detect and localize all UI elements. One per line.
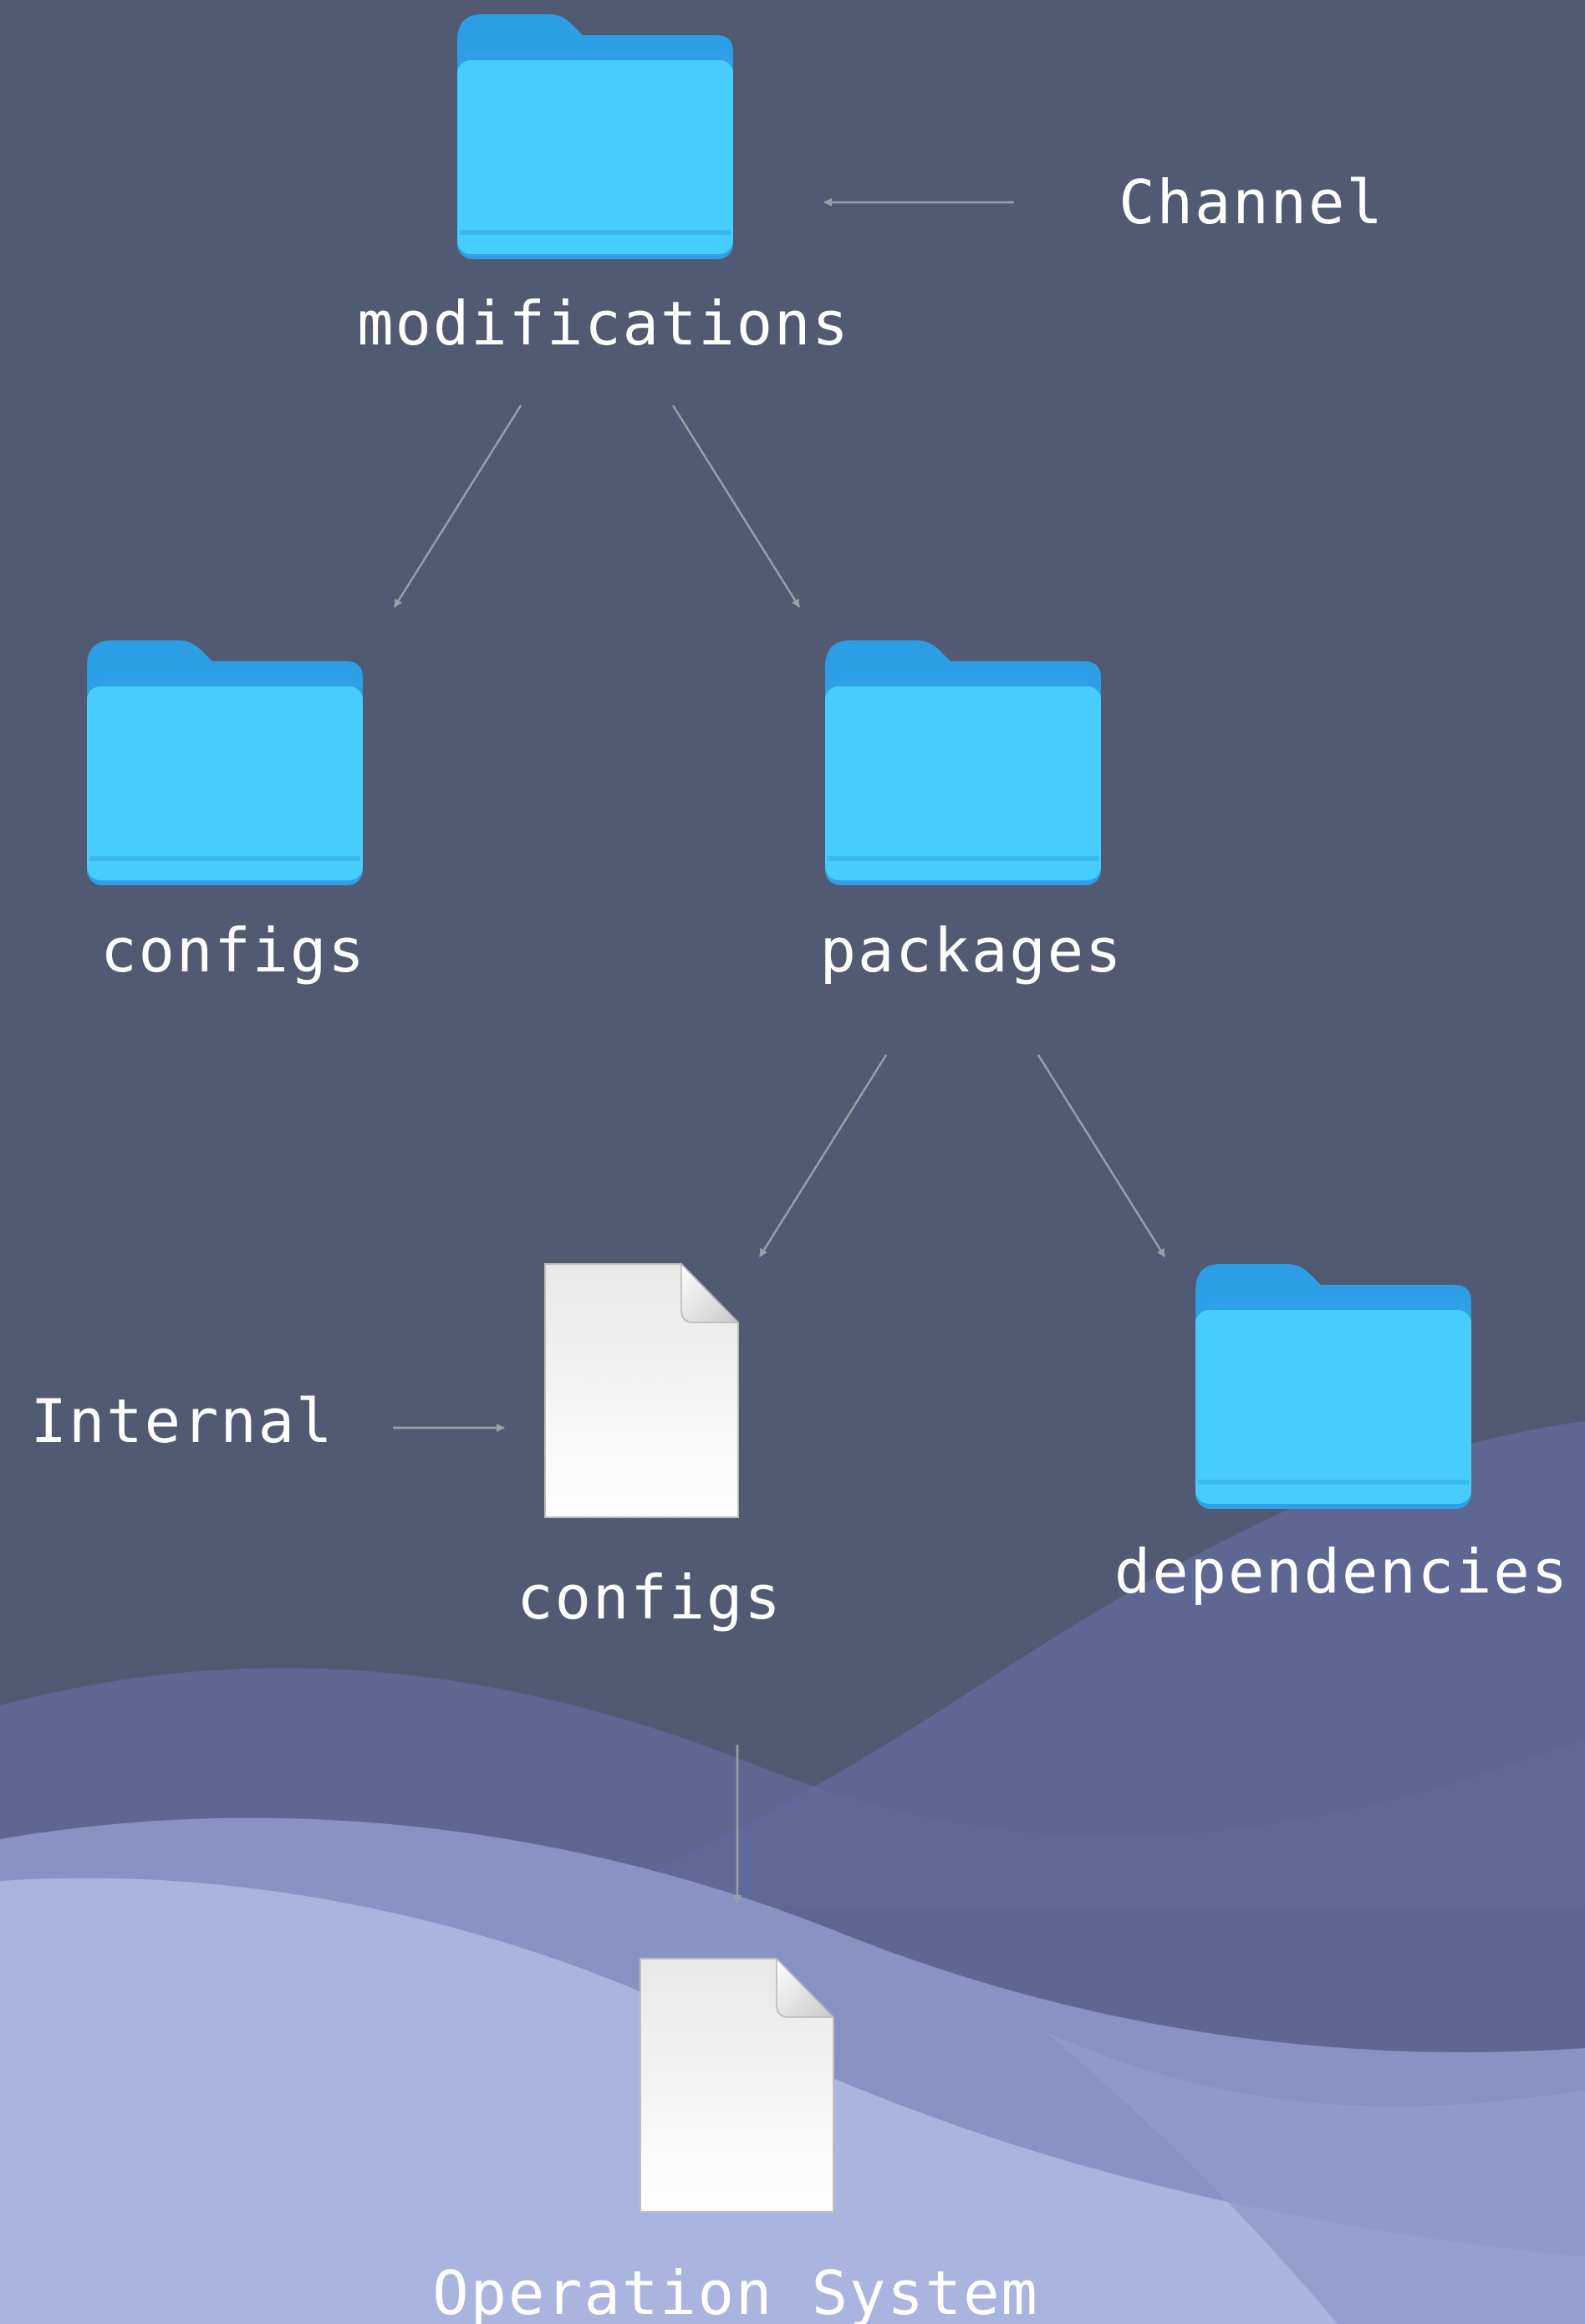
folder-icon[interactable] (825, 640, 1101, 885)
node-label-configs-file: configs (517, 1562, 782, 1633)
annotation-label-internal: Internal (31, 1386, 334, 1456)
node-label-operation-system: Operation System (432, 2258, 1039, 2324)
folder-icon[interactable] (87, 640, 363, 885)
node-label-modifications: modifications (357, 288, 850, 359)
document-icon[interactable] (544, 1262, 740, 1518)
folder-icon[interactable] (457, 14, 733, 259)
diagram-svg: modifications configs packages configs d… (0, 0, 1585, 2324)
node-label-packages: packages (820, 915, 1124, 986)
folder-icon[interactable] (1195, 1264, 1471, 1509)
node-label-configs-folder: configs (100, 915, 365, 986)
diagram-canvas: modifications configs packages configs d… (0, 0, 1585, 2324)
node-label-dependencies: dependencies (1114, 1537, 1569, 1607)
annotation-label-channel: Channel (1119, 167, 1384, 237)
document-icon[interactable] (640, 1957, 835, 2213)
